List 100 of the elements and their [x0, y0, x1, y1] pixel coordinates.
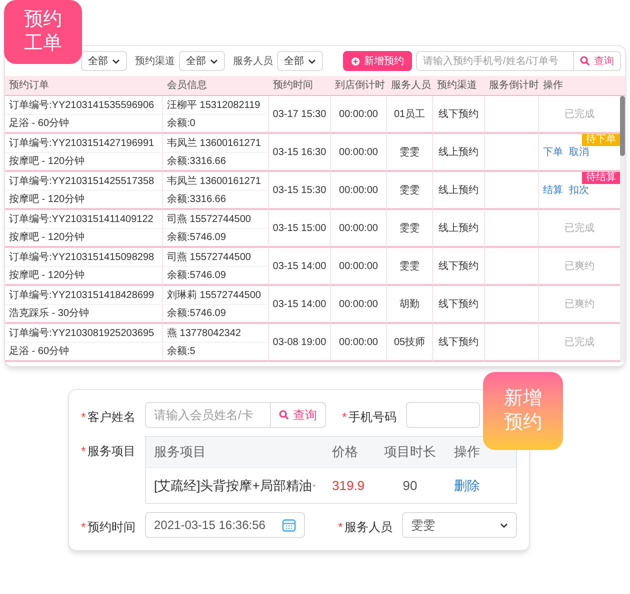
table-cell-text: 03-15 16:30 — [272, 146, 326, 160]
table-cell: 司燕 15572744500 — [163, 248, 268, 267]
column-header: 项目时长 — [383, 443, 437, 462]
search-icon — [580, 56, 590, 66]
column-header: 价格 — [331, 443, 359, 462]
filter-label: 预约渠道 — [135, 54, 175, 68]
column-header: 预约渠道 — [436, 78, 478, 93]
table-cell-text: 01员工 — [394, 108, 426, 122]
table-cell-text: 雯雯 — [400, 222, 420, 236]
table-cell-text: 余额:5 — [166, 344, 196, 359]
status-text: 已爽约 — [564, 298, 594, 312]
table-cell-text: 按摩吧 - 120分钟 — [8, 154, 86, 169]
table-cell: 汪柳平 15312082119 — [163, 96, 268, 115]
delete-link[interactable]: 删除 — [446, 476, 516, 496]
table-cell-text: 浩克踩乐 - 30分钟 — [8, 306, 90, 321]
column-header: 服务倒计时 — [488, 78, 539, 93]
column-header: 服务项目 — [153, 443, 207, 462]
status-tag: 待结算 — [582, 172, 620, 184]
table-cell-text: 按摩吧 - 120分钟 — [8, 230, 86, 245]
scrollbar[interactable] — [620, 96, 625, 362]
date-field[interactable]: 2021-03-15 16:36:56 — [145, 512, 305, 538]
action-link[interactable]: 扣次 — [569, 183, 589, 198]
required-mark: * — [342, 409, 347, 426]
chevron-down-icon — [210, 58, 218, 64]
action-link[interactable]: 结算 — [543, 183, 563, 198]
select-field[interactable]: 全部 — [81, 51, 127, 71]
caret-down-icon[interactable] — [312, 484, 316, 488]
table-cell-text: 00:00:00 — [339, 146, 378, 160]
table-cell-text: 03-15 15:30 — [272, 184, 326, 198]
required-mark: * — [81, 519, 86, 536]
select-field[interactable]: 全部 — [179, 51, 225, 71]
badge-text: 工单 — [24, 32, 62, 56]
chevron-down-icon — [500, 522, 508, 528]
table-cell-text: 雯雯 — [400, 260, 420, 274]
status-text: 已完成 — [564, 336, 594, 350]
table-cell-text: 线上预约 — [438, 184, 478, 198]
table-cell-text: 线下预约 — [438, 108, 478, 122]
table-cell-text: 00:00:00 — [339, 260, 378, 274]
table-cell-text: 03-15 15:00 — [272, 222, 326, 236]
chevron-down-icon — [308, 58, 316, 64]
table-cell: 订单编号:YY2103081925203695 — [5, 324, 162, 343]
search-field[interactable]: 请输入预约手机号/姓名/订单号 — [416, 51, 574, 71]
column-header: 操作 — [542, 79, 564, 93]
table-cell-text: 03-15 14:00 — [272, 298, 326, 312]
required-mark: * — [81, 443, 86, 460]
select-field[interactable]: 全部 — [277, 51, 323, 71]
table-cell-text: 线下预约 — [438, 336, 478, 350]
calendar-icon — [282, 518, 296, 532]
column-header: 预约订单 — [8, 78, 50, 93]
table-cell: 订单编号:YY2103151425517358 — [5, 172, 162, 191]
search-icon — [279, 410, 289, 420]
table-cell-text: 按摩吧 - 120分钟 — [8, 192, 86, 207]
scrollbar-thumb[interactable] — [620, 96, 625, 156]
table-cell-text: 雯雯 — [400, 184, 420, 198]
table-cell-text: 00:00:00 — [339, 298, 378, 312]
search-button[interactable]: 查询 — [574, 51, 621, 71]
table-cell: 订单编号:YY2103141535596906 — [5, 96, 162, 115]
table-cell-text: 余额:5746.09 — [166, 306, 227, 321]
staff-select[interactable]: 雯雯 — [402, 512, 517, 538]
table-cell: 订单编号:YY2103151427196991 — [5, 134, 162, 153]
table-cell-text: 线下预约 — [438, 260, 478, 274]
add-button[interactable]: 新增预约 — [343, 51, 412, 71]
field-label: 服务项目 — [88, 443, 136, 460]
column-header: 预约时间 — [272, 78, 314, 93]
badge-text: 预约 — [24, 8, 62, 32]
table-cell-text: 线上预约 — [438, 146, 478, 160]
table-cell: 刘琳莉 15572744500 — [163, 286, 268, 305]
column-header: 到店倒计时 — [334, 78, 386, 93]
table-cell-text: 00:00:00 — [339, 222, 378, 236]
table-cell-text: 余额:5746.09 — [166, 268, 227, 283]
table-cell: 韦凤兰 13600161271 — [163, 134, 268, 153]
status-text: 已完成 — [564, 108, 594, 122]
filter-label: 服务人员 — [233, 54, 273, 68]
required-mark: * — [338, 519, 343, 536]
table-cell-text: 余额:3316.66 — [166, 192, 227, 207]
table-cell: 订单编号:YY2103151418428699 — [5, 286, 162, 305]
table-cell-text: 余额:5746.09 — [166, 230, 227, 245]
action-link[interactable]: 取消 — [569, 145, 589, 160]
table-cell-text: 00:00:00 — [339, 184, 378, 198]
action-link[interactable]: 下单 — [543, 145, 563, 160]
required-mark: * — [81, 409, 86, 426]
table-cell-text: 按摩吧 - 120分钟 — [8, 268, 86, 283]
badge-text: 新增 — [504, 387, 542, 411]
table-cell-text: 05技师 — [394, 336, 426, 350]
table-cell-text: 线下预约 — [438, 298, 478, 312]
table-cell: 燕 13778042342 — [163, 324, 268, 343]
field-label: 手机号码 — [348, 409, 397, 426]
table-cell-text: 90 — [402, 476, 418, 495]
table-cell-text: 线上预约 — [438, 222, 478, 236]
column-header: 会员信息 — [166, 78, 208, 93]
table-cell: 订单编号:YY2103151415098298 — [5, 248, 162, 267]
member-search-field[interactable]: 请输入会员姓名/卡 — [145, 402, 271, 428]
field-label: 预约时间 — [88, 519, 136, 536]
status-text: 已完成 — [564, 222, 594, 236]
table-cell: 司燕 15572744500 — [163, 210, 268, 229]
table-cell-text: 319.9 — [331, 476, 366, 495]
phone-field[interactable] — [406, 402, 480, 428]
table-cell-text: 00:00:00 — [339, 108, 378, 122]
search-button[interactable]: 查询 — [271, 402, 326, 428]
plus-circle-icon — [351, 56, 360, 66]
